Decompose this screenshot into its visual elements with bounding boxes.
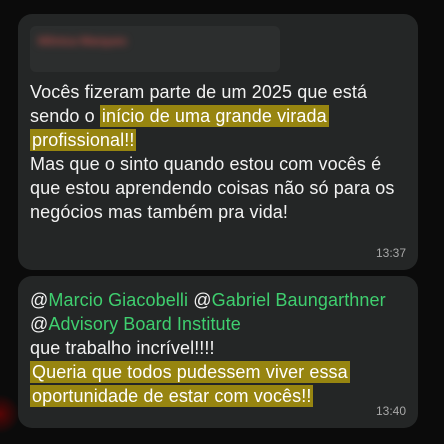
mention-link[interactable]: Marcio Giacobelli [48,290,188,310]
message-text: Vocês fizeram parte de um 2025 que está … [30,80,414,224]
message-bubble[interactable]: @Marcio Giacobelli @Gabriel Baungarthner… [18,276,418,428]
mention-at: @ [30,314,49,334]
timestamp: 13:40 [375,404,406,418]
quoted-author: Mônica Marques [38,34,127,48]
timestamp: 13:37 [375,246,406,260]
quoted-message[interactable]: Mônica Marques [30,26,280,72]
highlighted-text: Queria que todos pudessem viver essa opo… [30,361,350,407]
message-line: Mas que o sinto quando estou com vocês é… [30,154,395,222]
message-line: Vocês fizeram parte de um 2025 que está [30,82,368,102]
mention-at: @ [30,290,49,310]
message-text: @Marcio Giacobelli @Gabriel Baungarthner… [30,288,414,408]
message-line: sendo o [30,106,100,126]
mention-at: @ [193,290,212,310]
mention-link[interactable]: Gabriel Baungarthner [212,290,386,310]
message-line: que trabalho incrível!!!! [30,338,215,358]
background-glow [0,394,20,434]
mention-link[interactable]: Advisory Board Institute [48,314,241,334]
message-bubble[interactable]: Mônica Marques Vocês fizeram parte de um… [18,14,418,270]
